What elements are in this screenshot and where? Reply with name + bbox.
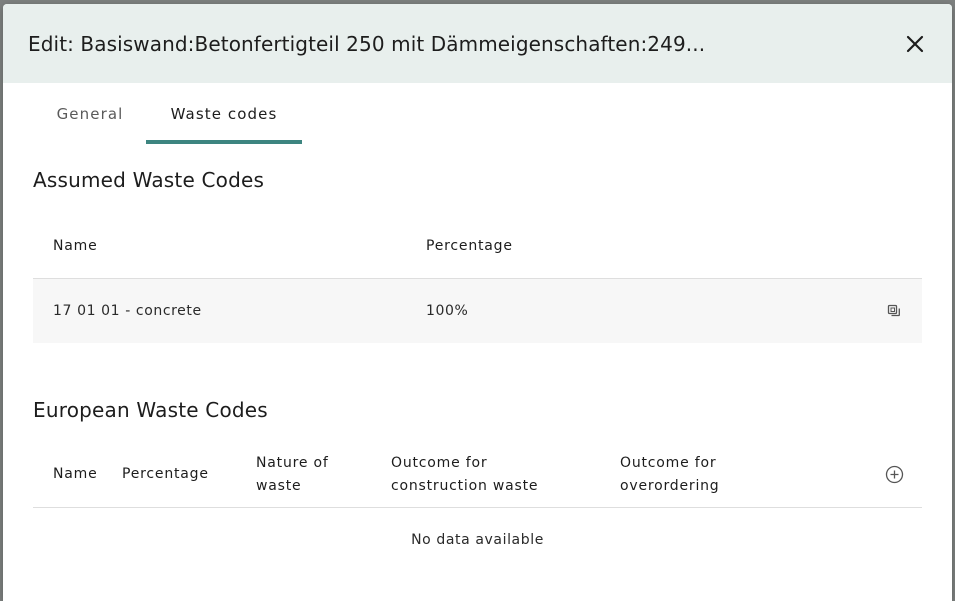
close-button[interactable] [902, 31, 928, 57]
tab-waste-codes[interactable]: Waste codes [146, 83, 302, 144]
table-row: 17 01 01 - concrete 100% [33, 279, 922, 343]
column-header-nature-of-waste: Nature of waste [256, 454, 329, 494]
waste-code-name: 17 01 01 - concrete [53, 303, 202, 319]
close-icon [906, 35, 924, 52]
column-header-name: Name [53, 237, 98, 254]
edit-dialog: Edit: Basiswand:Betonfertigteil 250 mit … [3, 4, 952, 601]
tab-bar: General Waste codes [3, 83, 952, 144]
empty-state-text: No data available [411, 531, 544, 548]
assumed-waste-codes-table: Name Percentage 17 01 01 - concrete 100% [33, 213, 922, 343]
table-header: Name Percentage Nature of waste Outcome … [33, 442, 922, 508]
column-header-percentage: Percentage [426, 237, 513, 254]
column-header-outcome-construction: Outcome for construction waste [391, 454, 539, 494]
european-waste-codes-table: Name Percentage Nature of waste Outcome … [33, 442, 922, 572]
copy-button[interactable] [866, 303, 922, 319]
tab-general[interactable]: General [34, 83, 146, 144]
column-header-outcome-overordering: Outcome for overordering [620, 454, 720, 494]
add-circle-icon [885, 465, 903, 484]
assumed-waste-codes-title: Assumed Waste Codes [33, 168, 265, 192]
column-header-name: Name [53, 466, 98, 482]
dialog-header: Edit: Basiswand:Betonfertigteil 250 mit … [3, 4, 952, 83]
column-header-percentage: Percentage [122, 466, 209, 482]
add-waste-code-button[interactable] [866, 465, 922, 484]
table-header: Name Percentage [33, 213, 922, 279]
dialog-title: Edit: Basiswand:Betonfertigteil 250 mit … [28, 31, 706, 56]
waste-code-percentage: 100% [426, 303, 469, 319]
european-waste-codes-title: European Waste Codes [33, 398, 268, 422]
copy-icon [887, 304, 900, 317]
